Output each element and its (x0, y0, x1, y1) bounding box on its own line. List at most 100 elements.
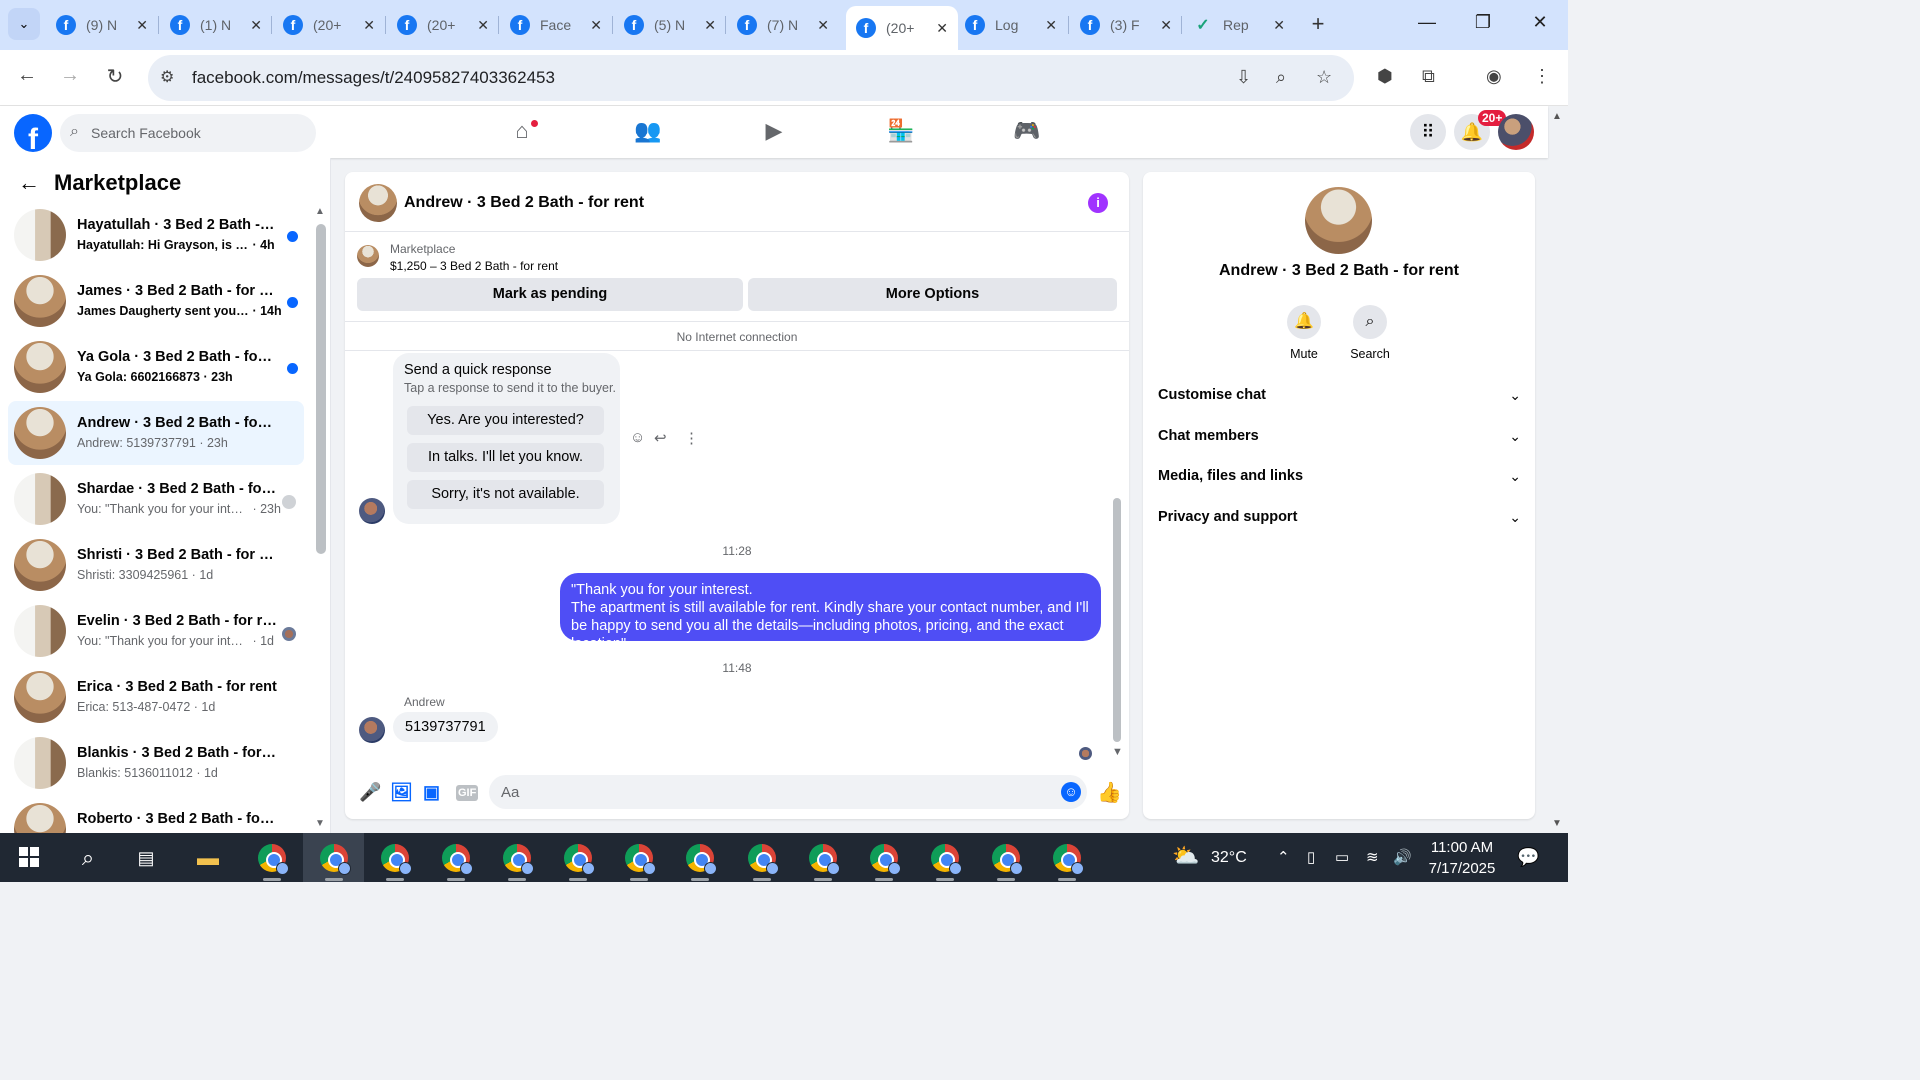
browser-tab[interactable]: f (7) N ✕ (727, 6, 839, 44)
conversation-item[interactable]: Evelin · 3 Bed 2 Bath - for rent You: "Th… (8, 599, 304, 663)
back-arrow-icon[interactable]: ← (18, 170, 40, 196)
restore-button[interactable]: ❐ (1471, 12, 1495, 33)
forward-button[interactable]: → (56, 64, 84, 87)
listing-thumbnail[interactable] (357, 245, 379, 267)
react-emoji-icon[interactable]: ☺ (630, 429, 645, 446)
chrome-taskbar-icon[interactable] (748, 844, 779, 875)
temperature[interactable]: 32°C (1211, 849, 1247, 867)
chrome-taskbar-icon[interactable] (625, 844, 656, 875)
close-tab-icon[interactable]: ✕ (704, 17, 716, 34)
browser-tab[interactable]: f (3) F ✕ (1070, 6, 1182, 44)
bookmark-star-icon[interactable]: ☆ (1316, 67, 1332, 88)
scroll-down-arrow[interactable]: ▼ (1112, 746, 1123, 758)
listing-title[interactable]: $1,250 – 3 Bed 2 Bath - for rent (390, 259, 558, 273)
quick-response-option[interactable]: Yes. Are you interested? (407, 406, 604, 435)
section-chat-members[interactable]: Chat members ⌄ (1158, 416, 1521, 456)
conversation-item[interactable]: Roberto · 3 Bed 2 Bath - for rent (8, 797, 304, 833)
browser-tab[interactable]: f Face ✕ (500, 6, 612, 44)
chrome-taskbar-icon[interactable] (809, 844, 840, 875)
system-clock[interactable]: 11:00 AM 7/17/2025 (1418, 837, 1506, 879)
close-tab-icon[interactable]: ✕ (1045, 17, 1057, 34)
device-icon[interactable]: ▯ (1307, 848, 1315, 866)
file-explorer-icon[interactable]: ▬ (193, 843, 223, 873)
gaming-icon[interactable]: 🎮 (1012, 118, 1042, 148)
video-icon[interactable]: ▶ (759, 118, 789, 148)
chrome-taskbar-icon[interactable] (442, 844, 473, 875)
close-tab-icon[interactable]: ✕ (590, 17, 602, 34)
page-scroll-down-arrow[interactable]: ▼ (1552, 818, 1562, 829)
conversation-item[interactable]: Andrew · 3 Bed 2 Bath - for rent Andrew: … (8, 401, 304, 465)
back-button[interactable]: ← (13, 64, 41, 87)
chrome-taskbar-icon[interactable] (870, 844, 901, 875)
chat-avatar[interactable] (359, 184, 397, 222)
section-customise-chat[interactable]: Customise chat ⌄ (1158, 375, 1521, 415)
mute-button[interactable]: 🔔 Mute (1274, 305, 1334, 361)
emoji-icon[interactable]: ☺ (1061, 782, 1081, 802)
more-actions-icon[interactable]: ⋮ (684, 429, 699, 447)
quick-response-option[interactable]: Sorry, it's not available. (407, 480, 604, 509)
conversation-item[interactable]: Blankis · 3 Bed 2 Bath - for rent Blankis… (8, 731, 304, 795)
quick-response-option[interactable]: In talks. I'll let you know. (407, 443, 604, 472)
home-icon[interactable]: ⌂ (507, 118, 538, 148)
search-in-chat-button[interactable]: ⌕ Search (1340, 305, 1400, 361)
zoom-icon[interactable]: ⌕ (1276, 67, 1286, 88)
chrome-taskbar-icon[interactable] (564, 844, 595, 875)
browser-tab[interactable]: f (5) N ✕ (614, 6, 726, 44)
browser-tab[interactable]: f (20+ ✕ (387, 6, 499, 44)
new-tab-button[interactable]: + (1306, 12, 1330, 36)
browser-tab[interactable]: f (1) N ✕ (160, 6, 272, 44)
close-tab-icon[interactable]: ✕ (477, 17, 489, 34)
minimize-button[interactable]: — (1415, 12, 1439, 33)
sidebar-scrollbar[interactable] (316, 208, 326, 554)
address-bar[interactable]: ⚙ facebook.com/messages/t/24095827403362… (148, 55, 1354, 101)
tab-search-button[interactable]: ⌄ (8, 8, 40, 40)
search-icon[interactable]: ⌕ (73, 843, 103, 873)
conversation-item[interactable]: Hayatullah · 3 Bed 2 Bath - for rent Haya… (8, 203, 304, 267)
account-avatar[interactable] (1498, 114, 1534, 150)
photo-icon[interactable]: 🖼 (390, 782, 413, 803)
mark-as-pending-button[interactable]: Mark as pending (357, 278, 743, 311)
scroll-down-arrow[interactable]: ▼ (315, 818, 325, 829)
notification-center-icon[interactable]: 💬 (1517, 847, 1539, 868)
conversation-item[interactable]: Shristi · 3 Bed 2 Bath - for rent Shristi… (8, 533, 304, 597)
browser-tab[interactable]: ✓ Rep ✕ (1183, 6, 1295, 44)
chrome-taskbar-icon[interactable] (931, 844, 962, 875)
wifi-icon[interactable]: ≋ (1366, 848, 1379, 866)
close-tab-icon[interactable]: ✕ (817, 17, 829, 34)
sticker-icon[interactable]: ▣ (423, 782, 440, 803)
battery-icon[interactable]: ▭ (1335, 848, 1349, 866)
friends-icon[interactable]: 👥 (633, 118, 663, 148)
conversation-item[interactable]: Ya Gola · 3 Bed 2 Bath - for rent Ya Gola… (8, 335, 304, 399)
close-tab-icon[interactable]: ✕ (250, 17, 262, 34)
chrome-taskbar-icon[interactable] (320, 844, 351, 875)
chat-scrollbar[interactable] (1113, 498, 1121, 742)
marketplace-icon[interactable]: 🏪 (886, 118, 916, 148)
facebook-search[interactable]: ⌕ Search Facebook (60, 114, 316, 152)
browser-tab[interactable]: f (20+ ✕ (273, 6, 385, 44)
chrome-taskbar-icon[interactable] (381, 844, 412, 875)
extension-cube-icon[interactable]: ⬢ (1377, 66, 1393, 87)
section-privacy-support[interactable]: Privacy and support ⌄ (1158, 497, 1521, 537)
reload-button[interactable]: ↻ (101, 64, 129, 89)
more-options-button[interactable]: More Options (748, 278, 1117, 311)
close-window-button[interactable]: ✕ (1528, 12, 1552, 33)
like-thumb-icon[interactable]: 👍 (1097, 780, 1122, 805)
chat-title[interactable]: Andrew · 3 Bed 2 Bath - for rent (404, 194, 644, 212)
close-tab-icon[interactable]: ✕ (1160, 17, 1172, 34)
message-input[interactable] (489, 775, 1087, 809)
menu-grid-icon[interactable]: ⠿ (1410, 114, 1446, 150)
start-windows-icon[interactable] (19, 847, 39, 867)
chrome-taskbar-icon[interactable] (1053, 844, 1084, 875)
microphone-icon[interactable]: 🎤 (359, 782, 381, 803)
chrome-taskbar-icon[interactable] (503, 844, 534, 875)
page-scroll-up-arrow[interactable]: ▲ (1552, 111, 1562, 122)
menu-kebab-icon[interactable]: ⋮ (1533, 66, 1551, 87)
chrome-taskbar-icon[interactable] (992, 844, 1023, 875)
conversation-item[interactable]: Erica · 3 Bed 2 Bath - for rent Erica: 51… (8, 665, 304, 729)
chrome-taskbar-icon[interactable] (258, 844, 289, 875)
reply-icon[interactable]: ↩ (654, 429, 667, 447)
close-tab-icon[interactable]: ✕ (363, 17, 375, 34)
facebook-logo[interactable]: f (14, 114, 52, 152)
details-avatar[interactable] (1305, 187, 1372, 254)
profile-icon[interactable]: ◉ (1486, 66, 1502, 87)
